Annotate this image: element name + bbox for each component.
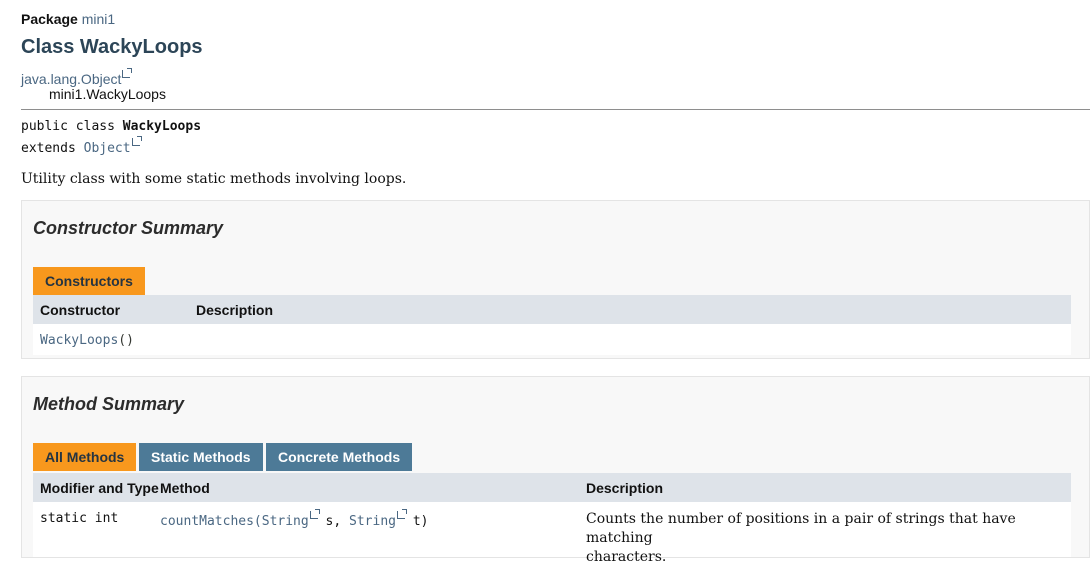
inheritance-child: mini1.WackyLoops [49,86,166,102]
external-link-icon [122,68,133,78]
method-description-line2: characters. [586,549,667,565]
table-row: WackyLoops() [33,324,1071,355]
class-description: Utility class with some static methods i… [21,171,407,187]
method-link-countMatches[interactable]: countMatches [160,514,254,529]
constructor-table-header: Constructor Description [33,295,1071,324]
object-link[interactable]: java.lang.Object [21,71,121,87]
method-paren: ( [253,514,262,529]
class-signature: public class WackyLoops [21,119,201,134]
package-link[interactable]: mini1 [82,11,115,27]
external-link-icon [397,509,407,519]
constructor-summary-section: Constructor Summary Constructors Constru… [21,200,1090,359]
param-s: s, [317,514,350,529]
inheritance-parent: java.lang.Object [21,68,133,87]
method-signature: countMatches(String s, String t) [160,509,429,529]
tab-static-methods[interactable]: Static Methods [139,443,263,471]
constructor-signature: WackyLoops() [40,333,134,348]
constructor-summary-heading: Constructor Summary [33,218,224,238]
extends-object-link[interactable]: Object [84,141,131,156]
column-method: Method [160,480,210,496]
external-link-icon [131,136,142,146]
method-description-line1: Counts the number of positions in a pair… [586,511,1016,546]
divider [21,109,1090,110]
class-extends: extends Object [21,136,142,156]
string-type-link[interactable]: String [262,514,309,529]
package-label: Package [21,11,78,27]
signature-class-name: WackyLoops [122,119,202,134]
method-modifier: static int [40,511,119,526]
method-description: Counts the number of positions in a pair… [586,510,1071,567]
column-modifier-and-type: Modifier and Type [40,480,159,496]
column-constructor: Constructor [40,302,121,318]
tab-constructors[interactable]: Constructors [33,267,145,295]
method-summary-section: Method Summary All Methods Static Method… [21,376,1090,565]
page-title: Class WackyLoops [21,36,203,58]
string-type-link[interactable]: String [349,514,396,529]
package-line: Package mini1 [21,11,115,27]
constructor-params: () [118,333,134,348]
signature-modifiers: public class [21,119,123,134]
tab-all-methods[interactable]: All Methods [33,443,137,471]
external-link-icon [309,509,320,519]
constructor-link[interactable]: WackyLoops [40,333,118,348]
method-summary-heading: Method Summary [33,394,185,414]
column-description: Description [586,480,664,496]
tab-concrete-methods[interactable]: Concrete Methods [266,443,413,471]
extends-keyword: extends [21,141,84,156]
param-t: t) [405,514,429,529]
method-table-header: Modifier and Type Method Description [33,473,1071,502]
table-row: static int countMatches(String s, String… [33,502,1071,565]
column-description: Description [196,302,274,318]
